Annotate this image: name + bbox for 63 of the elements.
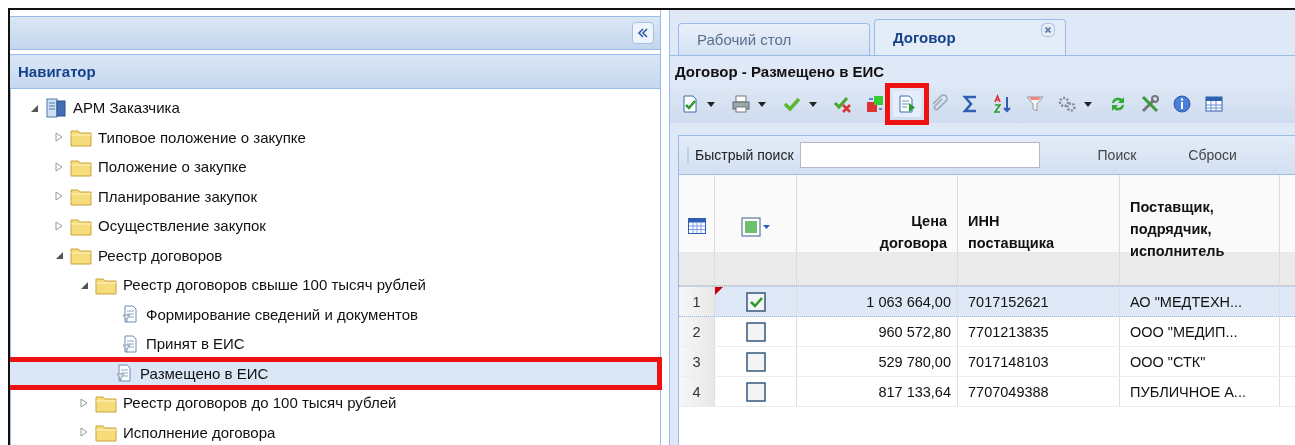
- expand-arrow-icon[interactable]: [54, 220, 64, 231]
- tree-item[interactable]: Реестр договоров до 100 тысяч рублей: [11, 388, 660, 418]
- tree-item[interactable]: Размещено в ЕИС: [10, 358, 660, 388]
- tab[interactable]: Договор: [874, 19, 1066, 55]
- tree-item[interactable]: Реестр договоров: [11, 240, 660, 270]
- collapse-arrow-icon[interactable]: [54, 250, 64, 261]
- tree-item[interactable]: Исполнение договора: [11, 417, 660, 445]
- caret-icon[interactable]: [758, 101, 766, 107]
- table-cell: 7017148103: [968, 353, 1049, 370]
- panel-title: Навигатор: [18, 62, 96, 80]
- table-row[interactable]: 2 960 572,80 7701213835 ООО "МЕДИП...: [679, 317, 1295, 347]
- expand-arrow-icon[interactable]: [54, 132, 64, 143]
- row-number: 2: [692, 323, 701, 340]
- column-header[interactable]: ИНН поставщика: [968, 211, 1088, 255]
- search-field[interactable]: [799, 142, 1040, 168]
- expand-arrow-icon[interactable]: [54, 161, 64, 172]
- caret-icon[interactable]: [809, 101, 817, 107]
- collapse-panel-button[interactable]: [632, 21, 654, 44]
- table-row[interactable]: 4 817 133,64 7707049388 ПУБЛИЧНОЕ А...: [679, 377, 1295, 407]
- toolbar-button[interactable]: Поиск: [1091, 143, 1143, 167]
- checkbox[interactable]: [745, 351, 766, 372]
- double-chevron-icon: [637, 26, 649, 39]
- table-cell: 7017152621: [968, 293, 1049, 310]
- expand-arrow-icon[interactable]: [54, 191, 64, 202]
- table-cell: 7707049388: [968, 383, 1049, 400]
- table-cell: 7701213835: [968, 323, 1049, 340]
- search-label: Быстрый поиск: [687, 147, 794, 163]
- row-number: 1: [692, 293, 701, 310]
- toolbar-button[interactable]: Сброси: [1182, 143, 1243, 167]
- row-number: 3: [692, 353, 701, 370]
- caret-icon[interactable]: [1084, 101, 1092, 107]
- tree-item[interactable]: Положение о закупке: [11, 152, 660, 182]
- panel-title: Договор - Размещено в ЕИС: [675, 63, 885, 80]
- table-cell: ООО "МЕДИП...: [1130, 323, 1238, 340]
- close-icon[interactable]: [1041, 23, 1055, 37]
- table-cell: 960 572,80: [878, 323, 951, 340]
- tree-item[interactable]: АРМ Заказчика: [11, 93, 660, 123]
- tree-item[interactable]: Принят в ЕИС: [11, 329, 660, 359]
- expand-arrow-icon[interactable]: [79, 397, 89, 408]
- expand-arrow-icon[interactable]: [79, 427, 89, 438]
- tree-item[interactable]: Типовое положение о закупке: [11, 122, 660, 152]
- tree-item[interactable]: Реестр договоров свыше 100 тысяч рублей: [11, 270, 660, 300]
- tree-item[interactable]: Формирование сведений и документов: [11, 299, 660, 329]
- table-cell: 817 133,64: [878, 383, 951, 400]
- checkbox[interactable]: [745, 381, 766, 402]
- select-all-menu-icon[interactable]: [740, 217, 771, 237]
- checkbox[interactable]: [745, 321, 766, 342]
- tree-item[interactable]: Осуществление закупок: [11, 211, 660, 241]
- column-header[interactable]: Цена договора: [857, 211, 947, 255]
- caret-icon[interactable]: [707, 101, 715, 107]
- row-number: 4: [692, 383, 701, 400]
- table-cell: ООО "СТК": [1130, 353, 1206, 370]
- table-row[interactable]: 3 529 780,00 7017148103 ООО "СТК": [679, 347, 1295, 377]
- table-cell: ПУБЛИЧНОЕ А...: [1130, 383, 1246, 400]
- table-row[interactable]: 1 1 063 664,00 7017152621 АО "МЕДТЕХН...: [679, 286, 1295, 317]
- column-header[interactable]: Поставщик, подрядчик, исполнитель: [1130, 197, 1270, 263]
- table-cell: 529 780,00: [878, 353, 951, 370]
- checkbox[interactable]: [745, 291, 766, 312]
- tree-item[interactable]: Планирование закупок: [11, 181, 660, 211]
- tab[interactable]: Рабочий стол: [678, 23, 870, 55]
- table-icon[interactable]: [687, 217, 706, 235]
- table-cell: 1 063 664,00: [866, 293, 951, 310]
- table-cell: АО "МЕДТЕХН...: [1130, 293, 1243, 310]
